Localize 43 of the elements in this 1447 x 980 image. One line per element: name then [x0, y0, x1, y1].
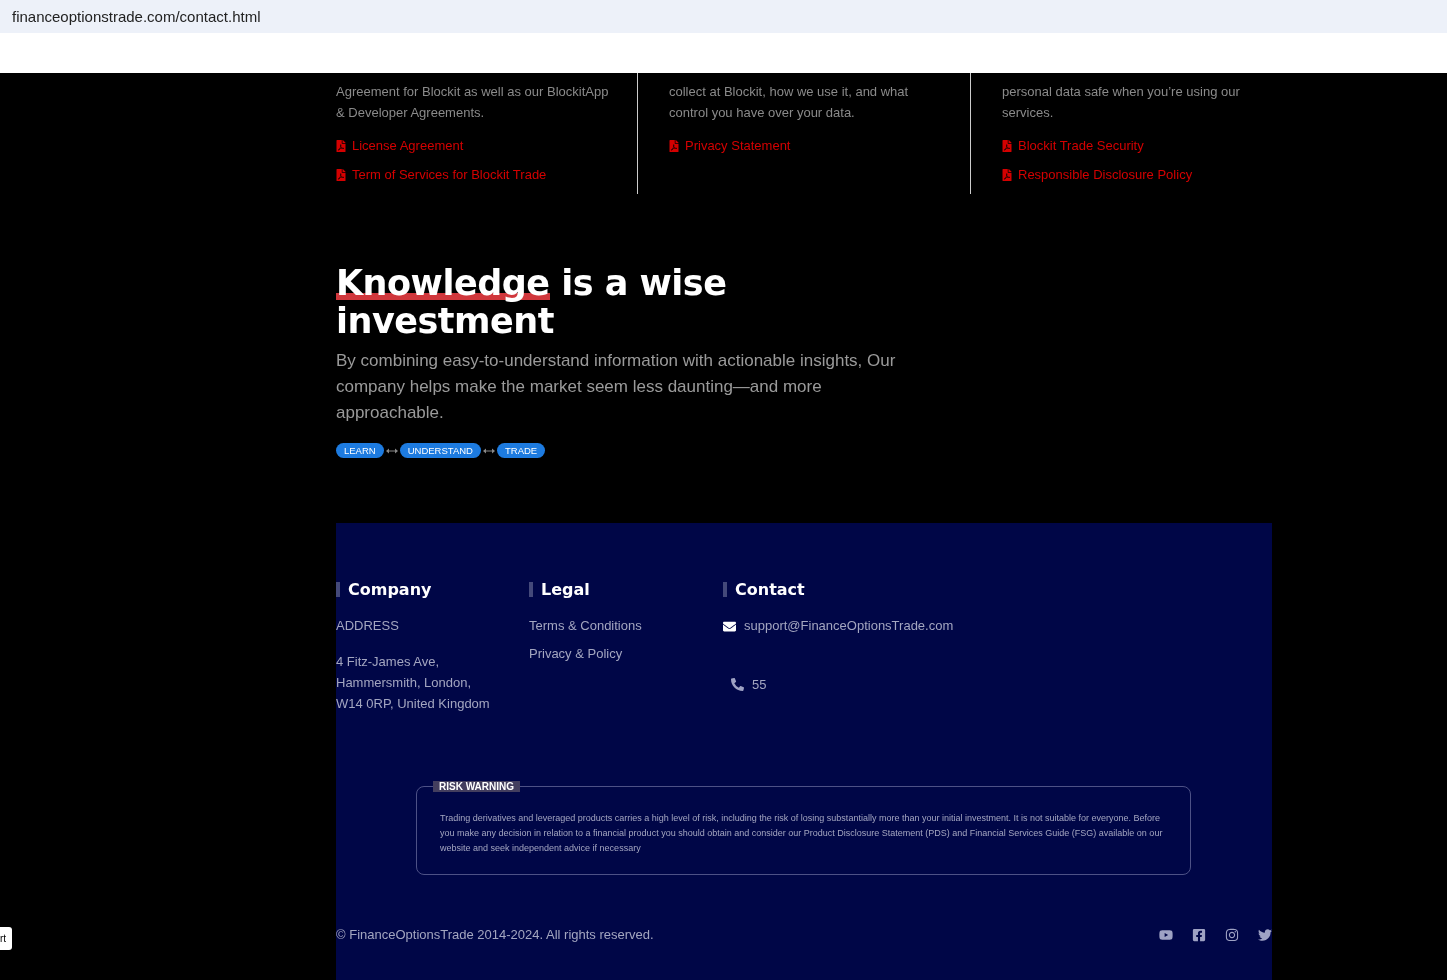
address-text: 4 Fitz-James Ave, Hammersmith, London, W14 0RP, United Kingdom — [336, 653, 491, 713]
document-link[interactable]: Privacy Statement — [669, 137, 962, 155]
description-text: personal data safe when you’re using our — [1002, 83, 1241, 101]
hero-heading: Knowledge is a wise investment — [336, 264, 728, 340]
step-badge: LEARN — [336, 443, 384, 458]
url-text[interactable]: financeoptionstrade.com/contact.html — [12, 8, 261, 25]
description-text: control you have over your data. — [669, 104, 856, 122]
pdf-icon — [1002, 169, 1012, 181]
description-text: collect at Blockit, how we use it, and what — [669, 83, 910, 101]
description-text: & Developer Agreements. — [336, 104, 486, 122]
document-link[interactable]: Term of Services for Blockit Trade — [336, 166, 629, 184]
double-arrow-icon — [482, 447, 495, 454]
copyright-text: © FinanceOptionsTrade 2014-2024. All rights reserved. — [336, 927, 654, 942]
footer-link[interactable]: Privacy & Policy — [529, 645, 723, 663]
pdf-icon — [669, 140, 679, 152]
envelope-icon — [723, 619, 736, 633]
address-label: ADDRESS — [336, 617, 400, 635]
description-text: Agreement for Blockit as well as our BlockitApp — [336, 83, 610, 101]
facebook-icon[interactable] — [1192, 927, 1206, 942]
side-tab-button[interactable]: rt — [0, 927, 13, 950]
step-badge: TRADE — [496, 443, 546, 458]
hero-text: By combining easy-to-understand information with actionable insights, Our company helps make the market seem less daunting—and more approachable. — [336, 350, 896, 424]
document-link[interactable]: Blockit Trade Security — [1002, 137, 1264, 155]
footer-heading: Legal — [529, 579, 723, 599]
risk-warning-title: RISK WARNING — [433, 781, 520, 792]
footer-heading: Contact — [723, 579, 1272, 599]
risk-warning-text: Trading derivatives and leveraged products carries a high level of risk, including the risk of losing substantially more than your initial investment. It is not suitable for everyone. Before you make any decision in relation to a financial product you should obtain and consider our Product Disclosure Statement (PDS) and Financial Services Guide (FSG) available on our website and seek independent advice if necessary — [440, 812, 1164, 855]
phone-text: 55 — [752, 676, 767, 694]
document-link[interactable]: License Agreement — [336, 137, 629, 155]
phone-icon — [731, 678, 744, 691]
description-text: services. — [1002, 104, 1055, 122]
double-arrow-icon — [385, 447, 398, 454]
twitter-icon[interactable] — [1258, 927, 1272, 942]
email-link[interactable]: support@FinanceOptionsTrade.com — [744, 617, 954, 635]
pdf-icon — [336, 169, 346, 181]
pdf-icon — [336, 140, 346, 152]
footer-heading: Company — [336, 579, 529, 599]
document-link[interactable]: Responsible Disclosure Policy — [1002, 166, 1264, 184]
footer-link[interactable]: Terms & Conditions — [529, 617, 723, 635]
pdf-icon — [1002, 140, 1012, 152]
youtube-icon[interactable] — [1159, 927, 1173, 942]
step-badge: UNDERSTAND — [399, 443, 481, 458]
instagram-icon[interactable] — [1225, 927, 1239, 942]
